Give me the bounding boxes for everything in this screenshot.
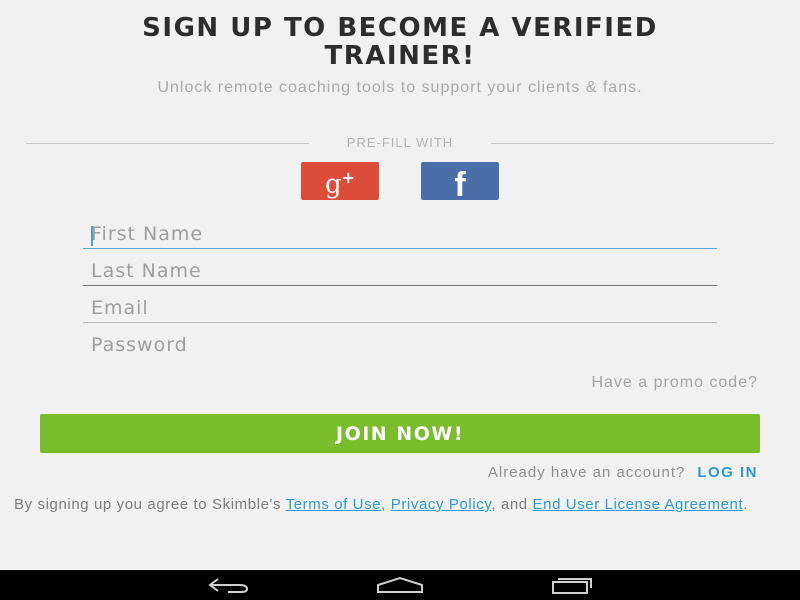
nav-recents-button[interactable] — [546, 574, 598, 596]
google-plus-button[interactable]: g+ — [301, 162, 379, 200]
text-cursor — [91, 226, 93, 246]
back-icon — [208, 578, 249, 593]
password-input[interactable] — [83, 330, 717, 360]
legal-prefix: By signing up you agree to Skimble's — [14, 496, 286, 513]
system-nav-bar — [0, 570, 800, 600]
log-in-link[interactable]: LOG IN — [697, 464, 758, 481]
divider-line-left — [26, 143, 309, 144]
first-name-input[interactable] — [83, 219, 717, 249]
legal-separator-2: , and — [491, 496, 533, 513]
last-name-input[interactable] — [83, 256, 717, 286]
legal-separator-1: , — [381, 496, 391, 513]
prefill-divider: PRE-FILL WITH — [26, 135, 774, 151]
nav-back-button[interactable] — [203, 574, 255, 596]
login-row: Already have an account? LOG IN — [488, 464, 758, 481]
home-icon — [377, 576, 423, 593]
nav-home-button[interactable] — [374, 574, 426, 596]
facebook-icon: f — [454, 166, 466, 204]
join-now-button[interactable]: JOIN NOW! — [40, 414, 760, 453]
login-prompt: Already have an account? — [487, 464, 686, 481]
promo-code-link[interactable]: Have a promo code? — [591, 374, 758, 392]
prefill-label: PRE-FILL WITH — [346, 135, 454, 150]
divider-line-right — [491, 143, 774, 144]
facebook-button[interactable]: f — [421, 162, 499, 204]
legal-suffix: . — [743, 496, 749, 513]
terms-of-use-link[interactable]: Terms of Use — [286, 496, 382, 513]
signup-screen: SIGN UP TO BECOME A VERIFIED TRAINER! Un… — [0, 0, 800, 600]
email-input[interactable] — [83, 293, 717, 323]
privacy-policy-link[interactable]: Privacy Policy — [391, 496, 492, 513]
page-subtitle: Unlock remote coaching tools to support … — [157, 79, 643, 96]
page-title: SIGN UP TO BECOME A VERIFIED TRAINER! — [142, 13, 658, 71]
recents-icon — [552, 578, 592, 594]
legal-text: By signing up you agree to Skimble's Ter… — [14, 497, 786, 512]
google-plus-icon: g+ — [324, 167, 356, 200]
eula-link[interactable]: End User License Agreement — [533, 496, 744, 513]
